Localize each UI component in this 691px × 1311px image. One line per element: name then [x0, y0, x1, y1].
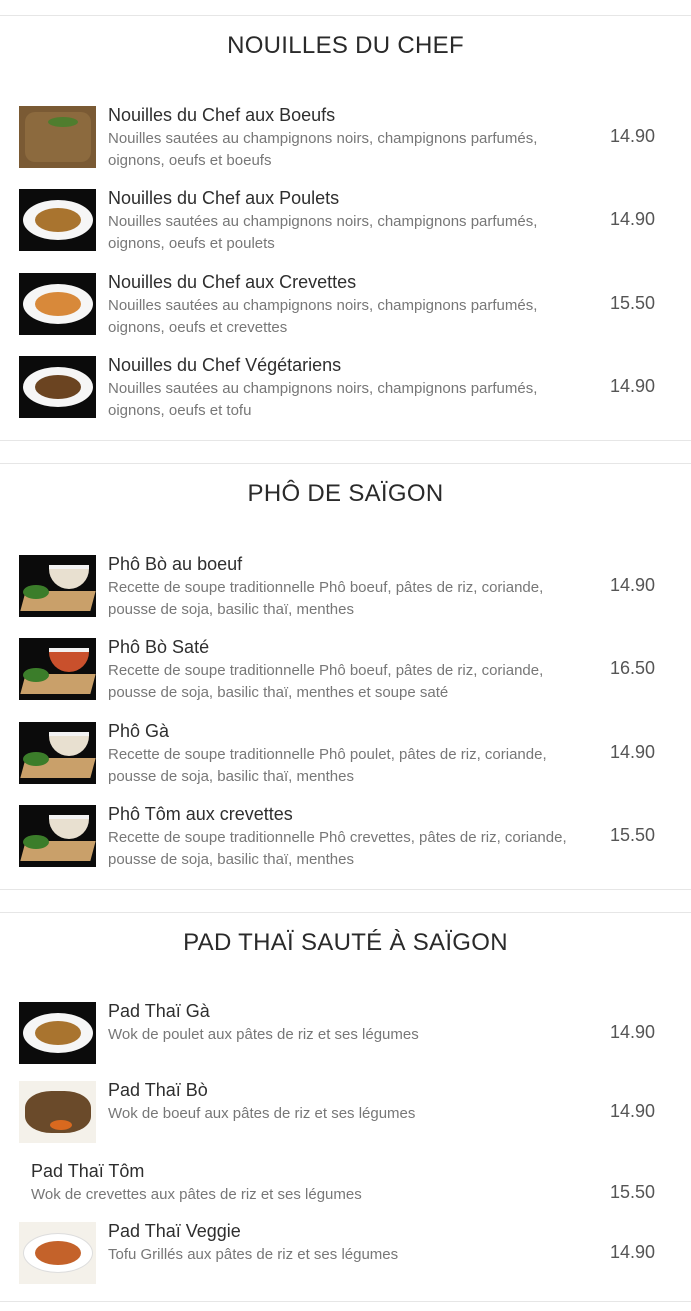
item-name: Pad Thaï Bò [108, 1080, 208, 1100]
item-name: Nouilles du Chef aux Boeufs [108, 105, 336, 125]
item-price: 15.50 [609, 293, 655, 313]
item-name: Nouilles du Chef aux Crevettes [108, 272, 357, 292]
item-description: Wok de poulet aux pâtes de riz et ses lé… [108, 1026, 419, 1043]
item-description: Nouilles sautées au champignons noirs, c… [108, 130, 538, 169]
section-nouilles-du-chef: NOUILLES DU CHEF Nouilles du Chef aux Bo… [0, 15, 691, 441]
item-price: 14.90 [609, 376, 655, 396]
menu-item[interactable]: Phô Gà Recette de soupe traditionnelle P… [0, 721, 691, 786]
item-price: 14.90 [609, 126, 655, 146]
item-price: 14.90 [609, 575, 655, 595]
padthai-veggie-photo [19, 1222, 96, 1284]
menu-item[interactable]: Pad Thaï Tôm Wok de crevettes aux pâtes … [0, 1161, 691, 1226]
item-name: Phô Bò au boeuf [108, 554, 243, 574]
item-description: Recette de soupe traditionnelle Phô crev… [108, 829, 567, 868]
item-price: 14.90 [609, 1101, 655, 1121]
noodles-veggie-photo [19, 356, 96, 418]
padthai-chicken-photo [19, 1002, 96, 1064]
menu-item[interactable]: Pad Thaï Veggie Tofu Grillés aux pâtes d… [0, 1221, 691, 1286]
item-description: Recette de soupe traditionnelle Phô poul… [108, 746, 547, 785]
menu-item[interactable]: Nouilles du Chef aux Poulets Nouilles sa… [0, 188, 691, 253]
pho-sate-photo [19, 638, 96, 700]
noodles-shrimp-photo [19, 273, 96, 335]
item-price: 14.90 [609, 209, 655, 229]
item-name: Pad Thaï Veggie [108, 1221, 241, 1241]
section-title: PAD THAÏ SAUTÉ À SAÏGON [183, 929, 508, 956]
item-name: Pad Thaï Gà [108, 1001, 210, 1021]
section-pad-thai: PAD THAÏ SAUTÉ À SAÏGON Pad Thaï Gà Wok … [0, 912, 691, 1302]
item-name: Phô Bò Saté [108, 637, 210, 657]
menu-item[interactable]: Nouilles du Chef aux Boeufs Nouilles sau… [0, 105, 691, 170]
item-description: Recette de soupe traditionnelle Phô boeu… [108, 579, 544, 618]
item-description: Nouilles sautées au champignons noirs, c… [108, 380, 538, 419]
menu-item[interactable]: Phô Bò au boeuf Recette de soupe traditi… [0, 554, 691, 619]
item-price: 16.50 [609, 658, 655, 678]
section-pho-de-saigon: PHÔ DE SAÏGON Phô Bò au boeuf Recette de… [0, 463, 691, 890]
menu-item[interactable]: Nouilles du Chef aux Crevettes Nouilles … [0, 272, 691, 337]
item-name: Nouilles du Chef Végétariens [108, 355, 342, 375]
item-price: 15.50 [609, 1182, 655, 1202]
item-price: 15.50 [609, 825, 655, 845]
item-description: Wok de boeuf aux pâtes de riz et ses lég… [108, 1105, 416, 1122]
item-price: 14.90 [609, 1242, 655, 1262]
item-description: Wok de crevettes aux pâtes de riz et ses… [31, 1186, 362, 1203]
noodles-chicken-photo [19, 189, 96, 251]
section-title: PHÔ DE SAÏGON [247, 480, 444, 507]
section-title: NOUILLES DU CHEF [227, 32, 464, 59]
pho-chicken-photo [19, 722, 96, 784]
item-description: Nouilles sautées au champignons noirs, c… [108, 213, 538, 252]
padthai-beef-photo [19, 1081, 96, 1143]
item-price: 14.90 [609, 742, 655, 762]
item-name: Phô Tôm aux crevettes [108, 804, 293, 824]
menu-item[interactable]: Phô Bò Saté Recette de soupe traditionne… [0, 637, 691, 702]
item-description: Recette de soupe traditionnelle Phô boeu… [108, 662, 544, 701]
item-price: 14.90 [609, 1022, 655, 1042]
pho-shrimp-photo [19, 805, 96, 867]
pho-beef-photo [19, 555, 96, 617]
item-name: Pad Thaï Tôm [31, 1161, 145, 1181]
menu-item[interactable]: Phô Tôm aux crevettes Recette de soupe t… [0, 804, 691, 869]
item-name: Nouilles du Chef aux Poulets [108, 188, 340, 208]
noodles-beef-photo [19, 106, 96, 168]
item-name: Phô Gà [108, 721, 170, 741]
menu-item[interactable]: Pad Thaï Bò Wok de boeuf aux pâtes de ri… [0, 1080, 691, 1145]
item-description: Nouilles sautées au champignons noirs, c… [108, 297, 538, 336]
item-description: Tofu Grillés aux pâtes de riz et ses lég… [108, 1246, 399, 1263]
menu-item[interactable]: Pad Thaï Gà Wok de poulet aux pâtes de r… [0, 1001, 691, 1066]
menu-item[interactable]: Nouilles du Chef Végétariens Nouilles sa… [0, 355, 691, 420]
